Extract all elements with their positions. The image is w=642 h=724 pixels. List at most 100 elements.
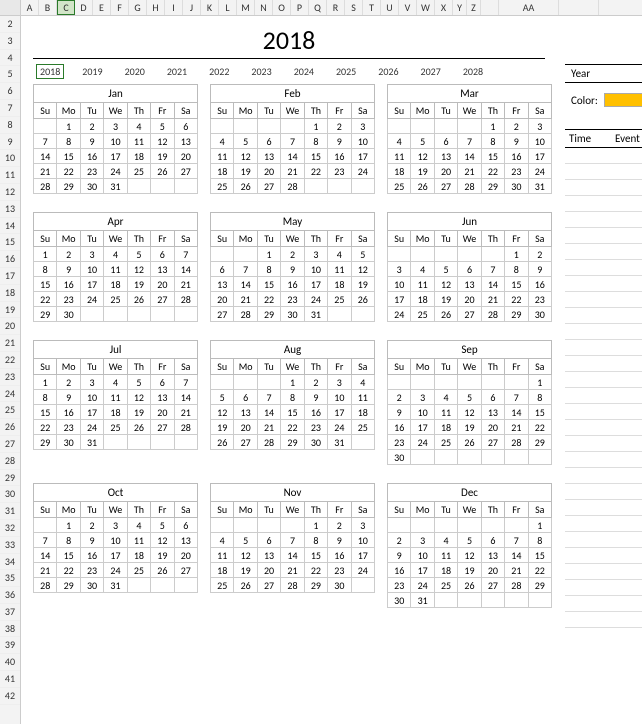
day-cell[interactable]: 28 bbox=[34, 578, 57, 593]
day-cell[interactable]: 14 bbox=[281, 149, 304, 164]
day-cell[interactable]: 17 bbox=[104, 548, 127, 563]
event-row[interactable] bbox=[565, 548, 642, 564]
year-tab-2020[interactable]: 2020 bbox=[121, 64, 149, 79]
day-cell[interactable]: 7 bbox=[505, 390, 528, 405]
day-cell[interactable]: 9 bbox=[281, 262, 304, 277]
day-cell[interactable]: 6 bbox=[434, 134, 457, 149]
day-cell[interactable]: 19 bbox=[458, 420, 481, 435]
day-cell[interactable]: 25 bbox=[211, 578, 234, 593]
event-row[interactable] bbox=[565, 164, 642, 180]
day-cell[interactable]: 20 bbox=[234, 420, 257, 435]
year-tab-2024[interactable]: 2024 bbox=[290, 64, 318, 79]
day-cell[interactable]: 10 bbox=[351, 134, 374, 149]
day-cell[interactable]: 15 bbox=[57, 149, 80, 164]
day-cell[interactable]: 10 bbox=[351, 533, 374, 548]
day-cell[interactable]: 24 bbox=[388, 307, 411, 322]
day-cell[interactable]: 5 bbox=[211, 390, 234, 405]
day-cell[interactable]: 11 bbox=[104, 262, 127, 277]
day-cell[interactable]: 28 bbox=[481, 307, 504, 322]
col-header-F[interactable]: F bbox=[111, 0, 129, 15]
day-cell[interactable]: 18 bbox=[434, 563, 457, 578]
day-cell[interactable]: 28 bbox=[505, 435, 528, 450]
row-header-40[interactable]: 40 bbox=[0, 654, 20, 671]
day-cell[interactable]: 18 bbox=[211, 164, 234, 179]
day-cell[interactable]: 22 bbox=[34, 292, 57, 307]
day-cell[interactable]: 26 bbox=[127, 420, 150, 435]
day-cell[interactable]: 26 bbox=[434, 307, 457, 322]
event-row[interactable] bbox=[565, 276, 642, 292]
day-cell[interactable]: 2 bbox=[80, 518, 103, 533]
day-cell[interactable]: 24 bbox=[80, 420, 103, 435]
day-cell[interactable]: 11 bbox=[328, 262, 351, 277]
day-cell[interactable]: 13 bbox=[211, 277, 234, 292]
day-cell[interactable]: 8 bbox=[281, 390, 304, 405]
year-tab-2021[interactable]: 2021 bbox=[163, 64, 191, 79]
day-cell[interactable]: 6 bbox=[257, 533, 280, 548]
day-cell[interactable]: 17 bbox=[528, 149, 551, 164]
day-cell[interactable]: 12 bbox=[458, 548, 481, 563]
row-header-15[interactable]: 15 bbox=[0, 234, 20, 251]
year-tab-2023[interactable]: 2023 bbox=[247, 64, 275, 79]
day-cell[interactable]: 3 bbox=[388, 262, 411, 277]
day-cell[interactable]: 1 bbox=[505, 247, 528, 262]
day-cell[interactable]: 8 bbox=[304, 134, 327, 149]
event-row[interactable] bbox=[565, 596, 642, 612]
row-header-18[interactable]: 18 bbox=[0, 285, 20, 302]
day-cell[interactable]: 18 bbox=[388, 164, 411, 179]
day-cell[interactable]: 9 bbox=[528, 262, 551, 277]
row-header-37[interactable]: 37 bbox=[0, 604, 20, 621]
row-header-13[interactable]: 13 bbox=[0, 201, 20, 218]
day-cell[interactable]: 12 bbox=[411, 149, 434, 164]
col-header-S[interactable]: S bbox=[345, 0, 363, 15]
day-cell[interactable]: 28 bbox=[505, 578, 528, 593]
day-cell[interactable]: 18 bbox=[127, 149, 150, 164]
day-cell[interactable]: 20 bbox=[211, 292, 234, 307]
day-cell[interactable]: 20 bbox=[481, 420, 504, 435]
day-cell[interactable]: 9 bbox=[388, 548, 411, 563]
day-cell[interactable]: 8 bbox=[34, 390, 57, 405]
day-cell[interactable]: 22 bbox=[528, 420, 551, 435]
day-cell[interactable]: 9 bbox=[505, 134, 528, 149]
day-cell[interactable]: 22 bbox=[281, 420, 304, 435]
day-cell[interactable]: 4 bbox=[388, 134, 411, 149]
day-cell[interactable]: 22 bbox=[505, 292, 528, 307]
day-cell[interactable]: 16 bbox=[57, 405, 80, 420]
day-cell[interactable]: 23 bbox=[281, 292, 304, 307]
event-row[interactable] bbox=[565, 484, 642, 500]
day-cell[interactable]: 10 bbox=[80, 390, 103, 405]
row-header-14[interactable]: 14 bbox=[0, 218, 20, 235]
row-header-7[interactable]: 7 bbox=[0, 100, 20, 117]
day-cell[interactable]: 6 bbox=[151, 375, 174, 390]
col-header-M[interactable]: M bbox=[237, 0, 255, 15]
day-cell[interactable]: 24 bbox=[528, 164, 551, 179]
day-cell[interactable]: 23 bbox=[80, 164, 103, 179]
day-cell[interactable]: 27 bbox=[174, 164, 197, 179]
day-cell[interactable]: 30 bbox=[281, 307, 304, 322]
event-row[interactable] bbox=[565, 260, 642, 276]
day-cell[interactable]: 22 bbox=[57, 563, 80, 578]
row-header-33[interactable]: 33 bbox=[0, 537, 20, 554]
day-cell[interactable]: 17 bbox=[328, 405, 351, 420]
day-cell[interactable]: 28 bbox=[174, 420, 197, 435]
day-cell[interactable]: 6 bbox=[211, 262, 234, 277]
day-cell[interactable]: 13 bbox=[151, 262, 174, 277]
day-cell[interactable]: 21 bbox=[174, 277, 197, 292]
day-cell[interactable]: 12 bbox=[234, 149, 257, 164]
day-cell[interactable]: 3 bbox=[304, 247, 327, 262]
day-cell[interactable]: 14 bbox=[257, 405, 280, 420]
day-cell[interactable]: 14 bbox=[505, 548, 528, 563]
day-cell[interactable]: 7 bbox=[281, 134, 304, 149]
day-cell[interactable]: 5 bbox=[458, 533, 481, 548]
day-cell[interactable]: 28 bbox=[281, 578, 304, 593]
row-header-21[interactable]: 21 bbox=[0, 335, 20, 352]
day-cell[interactable]: 2 bbox=[304, 375, 327, 390]
day-cell[interactable]: 5 bbox=[351, 247, 374, 262]
day-cell[interactable]: 19 bbox=[458, 563, 481, 578]
year-tab-2019[interactable]: 2019 bbox=[78, 64, 106, 79]
day-cell[interactable]: 26 bbox=[351, 292, 374, 307]
day-cell[interactable]: 25 bbox=[104, 420, 127, 435]
day-cell[interactable]: 15 bbox=[281, 405, 304, 420]
day-cell[interactable]: 23 bbox=[388, 435, 411, 450]
day-cell[interactable]: 27 bbox=[151, 420, 174, 435]
color-swatch[interactable] bbox=[604, 93, 642, 107]
